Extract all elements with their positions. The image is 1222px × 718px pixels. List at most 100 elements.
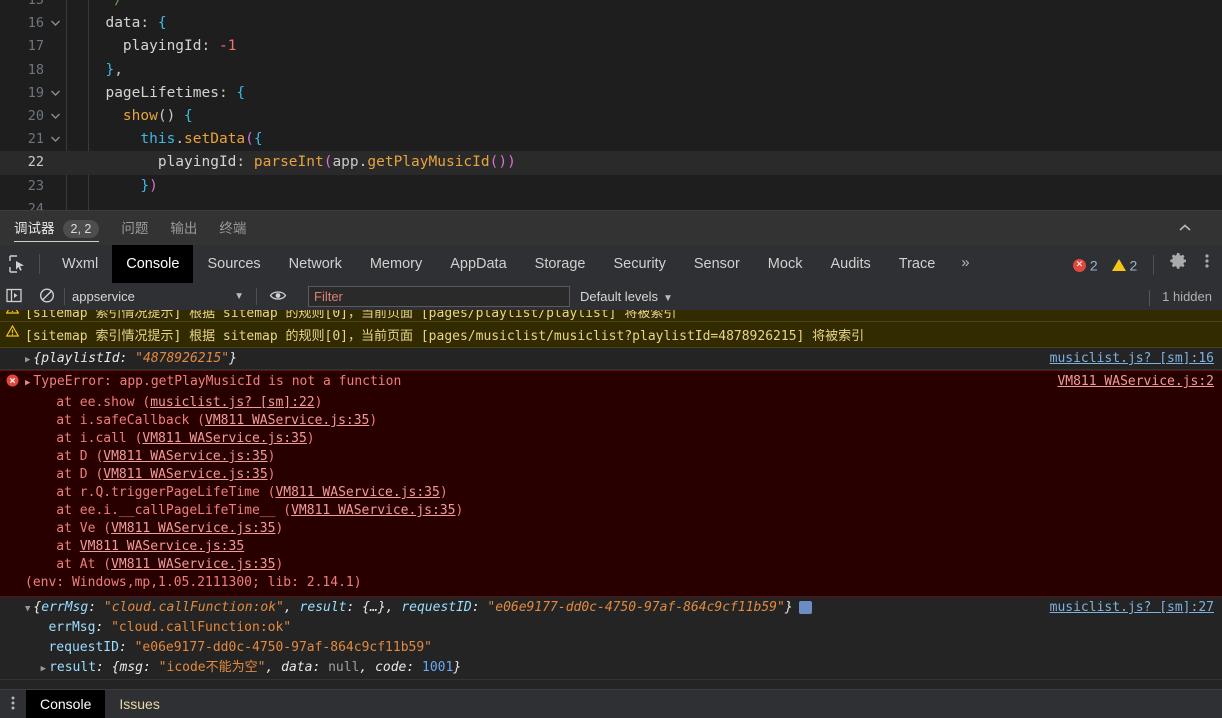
toolbar-divider (39, 254, 40, 274)
devtools-tab-trace[interactable]: Trace (885, 245, 950, 283)
devtools-tab-console[interactable]: Console (112, 245, 194, 283)
code-line[interactable]: 21 this.setData({ (0, 128, 1222, 151)
code-text: playingId: parseInt(app.getPlayMusicId()… (88, 154, 516, 171)
object-property-row[interactable]: errMsg: "cloud.callFunction:ok" (0, 618, 1222, 638)
console-levels-dropdown[interactable]: Default levels ▼ (580, 286, 673, 307)
console-filter-box[interactable] (308, 286, 570, 307)
more-options-icon[interactable] (1204, 246, 1210, 284)
code-text: show() { (88, 107, 193, 124)
stack-frame-link[interactable]: musiclist.js? [sm]:22 (150, 395, 314, 410)
devtools-status-counters[interactable]: ✕ 2 2 (1072, 245, 1222, 284)
code-line[interactable]: 18 }, (0, 59, 1222, 82)
gear-icon[interactable] (1170, 246, 1188, 284)
console-hidden-count: 1 hidden (1149, 286, 1212, 307)
panel-tab-4[interactable]: 终端 (219, 211, 246, 246)
console-warning-message[interactable]: [sitemap 索引情况提示] 根据 sitemap 的规则[0]，当前页面 … (0, 322, 1222, 348)
console-message-text: ▶ {playlistId: "4878926215"} (25, 351, 237, 366)
devtools-tab-sensor[interactable]: Sensor (680, 245, 754, 283)
devtools-tab-mock[interactable]: Mock (754, 245, 817, 283)
fold-chevron-icon[interactable] (44, 12, 66, 35)
clear-console-icon[interactable] (38, 287, 58, 306)
console-log-message[interactable]: ▶ {playlistId: "4878926215"} musiclist.js?… (0, 348, 1222, 370)
console-message-list[interactable]: [sitemap 索引情况提示] 根据 sitemap 的规则[0]，当前页面 … (0, 310, 1222, 690)
stack-frame-link[interactable]: VM811 WAService.js:35 (291, 503, 455, 518)
devtools-tab-memory[interactable]: Memory (356, 245, 436, 283)
console-context-select[interactable]: appservice ▼ (72, 286, 252, 307)
stack-trace-line: at VM811 WAService.js:35 (25, 539, 245, 554)
console-error-message[interactable]: ▶ TypeError: app.getPlayMusicId is not a … (0, 370, 1222, 597)
panel-tab-3[interactable]: 输出 (170, 211, 197, 246)
warning-triangle-icon (0, 310, 25, 318)
devtools-tab-bar[interactable]: Wxml Console Sources Network Memory AppData St… (0, 245, 1222, 284)
fold-chevron-icon[interactable] (44, 128, 66, 151)
drawer-more-icon[interactable] (4, 694, 22, 714)
line-number: 17 (27, 38, 44, 55)
editor-lines[interactable]: 15 */16 data: {17 playingId: -1 18 }, 19 p… (0, 0, 1222, 210)
console-source-link[interactable]: musiclist.js? [sm]:27 (1050, 600, 1214, 615)
chevron-down-icon: ▼ (663, 293, 673, 304)
console-object-message[interactable]: ▼ {errMsg: "cloud.callFunction:ok", resul… (0, 597, 1222, 680)
stack-trace-line: at r.Q.triggerPageLifeTime (VM811 WAServ… (25, 485, 448, 500)
warning-triangle-icon (0, 324, 25, 341)
console-filter-input[interactable] (309, 287, 569, 306)
console-warning-message[interactable]: [sitemap 索引情况提示] 根据 sitemap 的规则[0]，当前页面 … (0, 310, 1222, 322)
console-source-link[interactable]: VM811 WAService.js:2 (1057, 374, 1214, 389)
stack-trace-line: at ee.i.__callPageLifeTime__ (VM811 WASe… (25, 503, 464, 518)
console-source-link[interactable]: musiclist.js? [sm]:16 (1050, 351, 1214, 366)
code-line[interactable]: 22 playingId: parseInt(app.getPlayMusicI… (0, 151, 1222, 175)
expand-arrow-right-icon[interactable]: ▶ (25, 378, 30, 388)
drawer-tab-bar[interactable]: Console Issues (0, 689, 1222, 718)
code-line[interactable]: 20 show() { (0, 105, 1222, 128)
live-expression-eye-icon[interactable] (268, 287, 288, 306)
panel-tab-bar[interactable]: 调试器 2, 2 问题 输出 终端 (0, 210, 1222, 246)
devtools-tab-storage[interactable]: Storage (521, 245, 600, 283)
inspect-element-icon[interactable] (7, 254, 29, 274)
console-sidebar-toggle-icon[interactable] (5, 287, 25, 306)
drawer-tab-issues[interactable]: Issues (105, 690, 173, 718)
code-line[interactable]: 16 data: { (0, 12, 1222, 35)
devtools-tab-network[interactable]: Network (275, 245, 356, 283)
object-property-row[interactable]: ▶ result: {msg: "icode不能为空", data: null, … (0, 658, 1222, 679)
devtools-tab-sources[interactable]: Sources (193, 245, 274, 283)
more-tabs-icon[interactable]: » (949, 245, 981, 283)
expand-arrow-right-icon[interactable]: ▶ (25, 355, 30, 365)
expand-arrow-right-icon[interactable]: ▶ (41, 664, 46, 674)
code-text: pageLifetimes: { (88, 84, 246, 101)
stack-frame-link[interactable]: VM811 WAService.js:35 (205, 413, 369, 428)
panel-tab-1[interactable]: 调试器 2, 2 (14, 211, 100, 246)
code-line[interactable]: 24 (0, 198, 1222, 210)
stack-frame-link[interactable]: VM811 WAService.js:35 (275, 485, 439, 500)
chevron-up-icon[interactable] (1174, 211, 1196, 246)
code-line[interactable]: 23 }) (0, 175, 1222, 198)
panel-tab-2[interactable]: 问题 (121, 211, 148, 246)
object-property-row[interactable]: requestID: "e06e9177-dd0c-4750-97af-864c… (0, 638, 1222, 658)
fold-chevron-icon[interactable] (44, 105, 66, 128)
devtools-tab-security[interactable]: Security (599, 245, 679, 283)
line-number: 24 (27, 200, 44, 210)
stack-trace-line: at ee.show (musiclist.js? [sm]:22) (25, 395, 323, 410)
expand-arrow-down-icon[interactable]: ▼ (25, 604, 30, 614)
error-count: 2 (1089, 257, 1098, 274)
console-toolbar[interactable]: appservice ▼ Default levels ▼ 1 hidden (0, 283, 1222, 311)
stack-frame-link[interactable]: VM811 WAService.js:35 (103, 467, 267, 482)
devtools-tab-appdata[interactable]: AppData (436, 245, 520, 283)
devtools-tab-wxml[interactable]: Wxml (48, 245, 112, 283)
code-line[interactable]: 15 */ (0, 0, 1222, 12)
drawer-tab-console[interactable]: Console (26, 690, 106, 718)
stack-frame-link[interactable]: VM811 WAService.js:35 (80, 539, 244, 554)
stack-frame-link[interactable]: VM811 WAService.js:35 (142, 431, 306, 446)
code-line[interactable]: 17 playingId: -1 (0, 35, 1222, 58)
line-number: 19 (27, 84, 44, 101)
devtools-tab-audits[interactable]: Audits (816, 245, 884, 283)
stack-frame-link[interactable]: VM811 WAService.js:35 (111, 521, 275, 536)
line-number: 18 (27, 61, 44, 78)
stack-frame-link[interactable]: VM811 WAService.js:35 (103, 449, 267, 464)
code-editor[interactable]: 15 */16 data: {17 playingId: -1 18 }, 19 p… (0, 0, 1222, 210)
stack-frame-link[interactable]: VM811 WAService.js:35 (111, 557, 275, 572)
code-line[interactable]: 19 pageLifetimes: { (0, 82, 1222, 105)
fold-chevron-icon[interactable] (44, 82, 66, 105)
panel-tab-label: 终端 (219, 221, 247, 236)
info-badge-icon[interactable] (798, 601, 812, 614)
stack-trace-line: at D (VM811 WAService.js:35) (25, 467, 276, 482)
line-number: 23 (27, 177, 44, 194)
